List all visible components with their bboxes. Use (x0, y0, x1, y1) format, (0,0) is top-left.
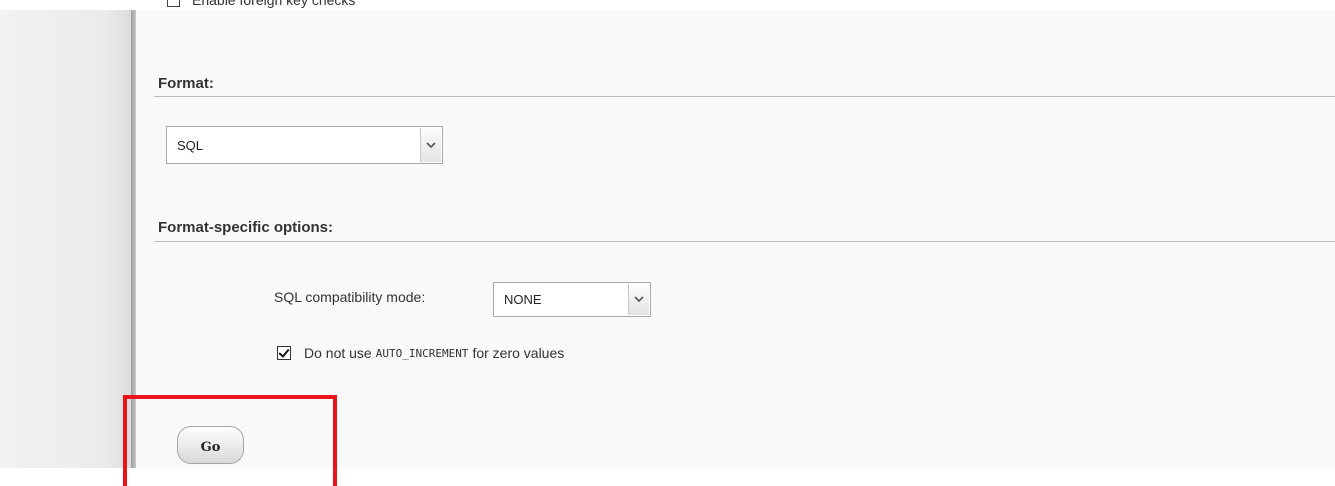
zero-auto-increment-option: Do not use AUTO_INCREMENT for zero value… (277, 345, 564, 361)
chevron-down-icon[interactable] (628, 284, 649, 315)
highlight-annotation (123, 395, 337, 486)
zero-auto-increment-checkbox[interactable] (277, 346, 291, 360)
compat-mode-value: NONE (504, 292, 542, 307)
format-options-divider (154, 241, 1335, 242)
zero-option-prefix: Do not use (304, 345, 372, 361)
format-divider (154, 96, 1335, 97)
auto-increment-code: AUTO_INCREMENT (375, 346, 469, 360)
format-heading: Format: (158, 75, 214, 92)
foreign-key-checks-label: Enable foreign key checks (192, 0, 356, 8)
foreign-key-checkbox[interactable] (167, 0, 180, 7)
zero-option-suffix: for zero values (472, 345, 565, 361)
export-page: Enable foreign key checks Format: SQL Fo… (0, 0, 1335, 486)
foreign-key-checks-option: Enable foreign key checks (167, 0, 567, 10)
format-select-value: SQL (177, 137, 204, 153)
format-options-heading: Format-specific options: (158, 219, 334, 236)
compat-mode-label: SQL compatibility mode: (274, 289, 426, 305)
navigation-panel (0, 10, 131, 468)
format-select[interactable]: SQL (166, 126, 443, 164)
chevron-down-icon[interactable] (420, 128, 441, 162)
compat-mode-select[interactable]: NONE (493, 282, 651, 317)
